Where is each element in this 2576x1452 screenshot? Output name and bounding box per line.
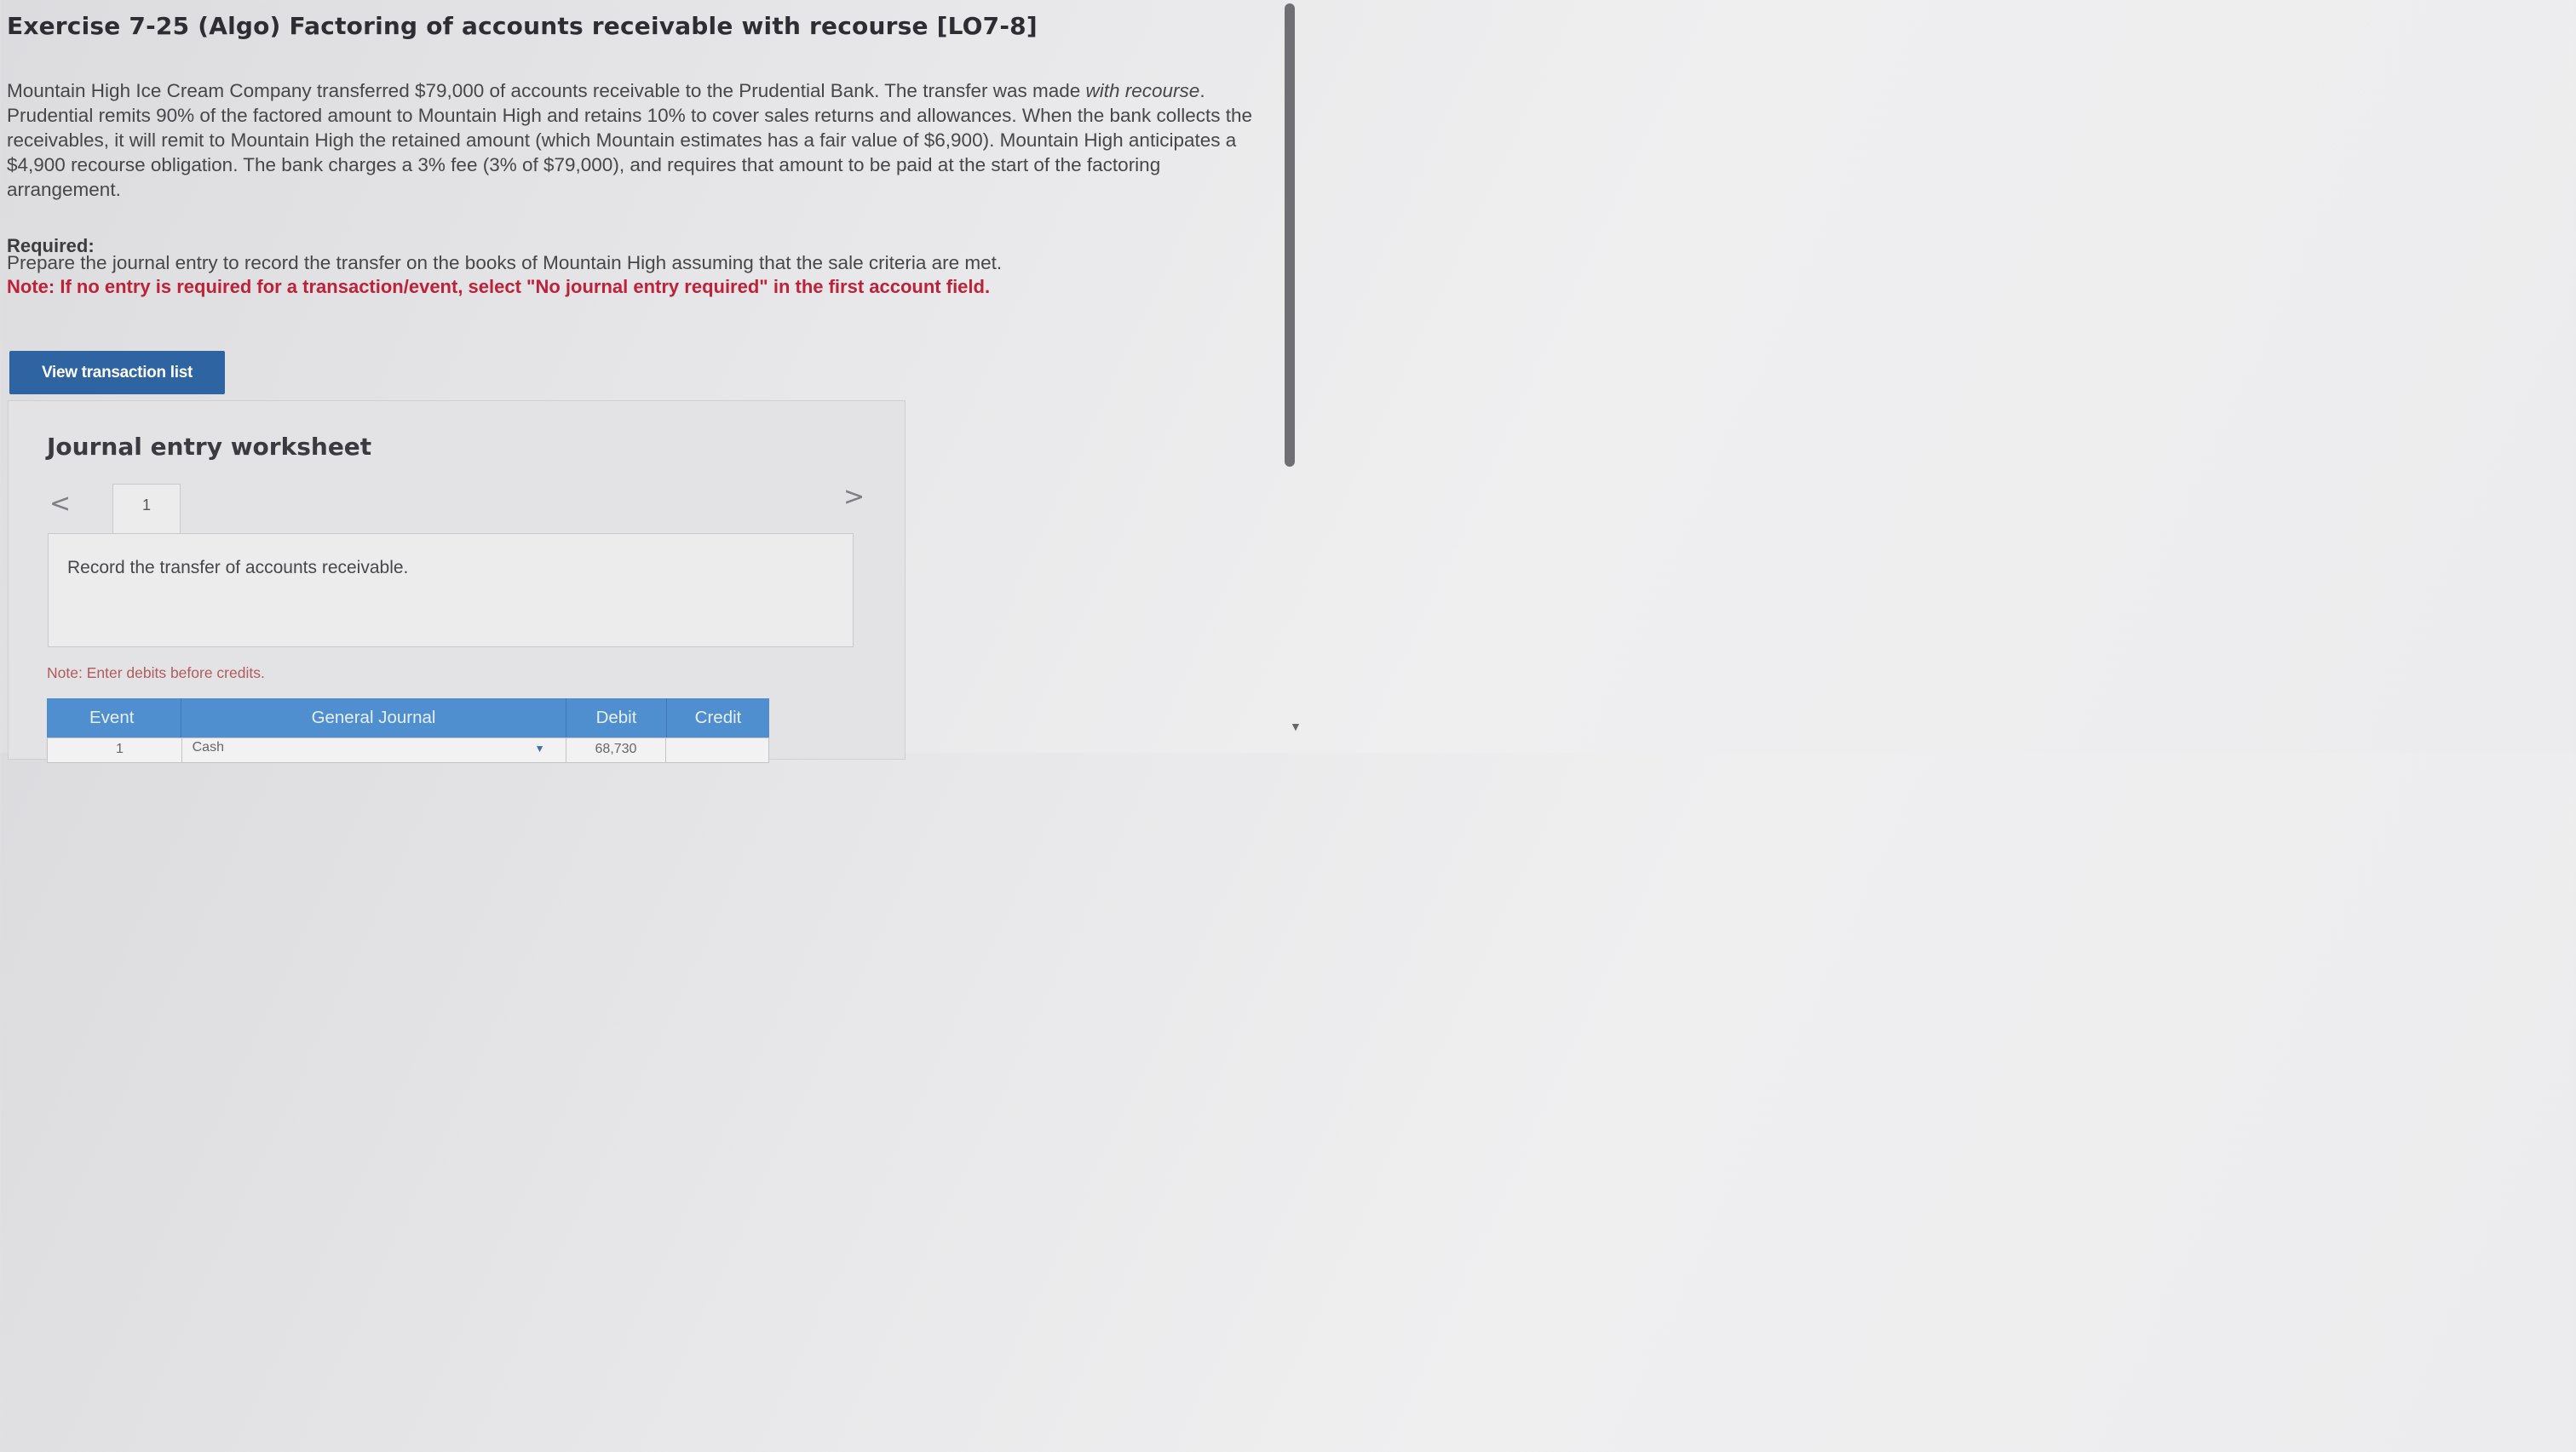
header-event: Event (47, 698, 181, 737)
account-select[interactable]: Cash ▼ (182, 738, 566, 762)
row-event: 1 (48, 738, 182, 762)
required-note: Note: If no entry is required for a tran… (7, 276, 991, 297)
debit-input[interactable]: 68,730 (566, 738, 667, 762)
table-row: 1 Cash ▼ 68,730 (47, 737, 769, 763)
header-general-journal: General Journal (181, 698, 566, 737)
entry-description-box: Record the transfer of accounts receivab… (48, 533, 854, 647)
worksheet-title: Journal entry worksheet (47, 433, 372, 461)
required-text: Prepare the journal entry to record the … (7, 252, 1003, 273)
scroll-down-icon[interactable]: ▼ (1290, 720, 1302, 733)
chevron-down-icon[interactable]: ▼ (535, 743, 545, 755)
next-entry-button[interactable]: > (843, 482, 865, 512)
view-transaction-list-button[interactable]: View transaction list (9, 351, 225, 394)
scrollbar-thumb[interactable] (1285, 3, 1295, 467)
previous-entry-button[interactable]: < (49, 489, 71, 519)
page-title: Exercise 7-25 (Algo) Factoring of accoun… (7, 12, 1038, 40)
debits-before-credits-note: Note: Enter debits before credits. (47, 664, 265, 681)
credit-input[interactable] (666, 738, 768, 762)
entry-tab-1[interactable]: 1 (112, 484, 181, 537)
journal-table-header: Event General Journal Debit Credit (47, 698, 769, 737)
entry-description: Record the transfer of accounts receivab… (67, 558, 409, 577)
problem-paragraph: Mountain High Ice Cream Company transfer… (7, 80, 1253, 200)
header-debit: Debit (566, 698, 667, 737)
header-credit: Credit (694, 708, 742, 727)
